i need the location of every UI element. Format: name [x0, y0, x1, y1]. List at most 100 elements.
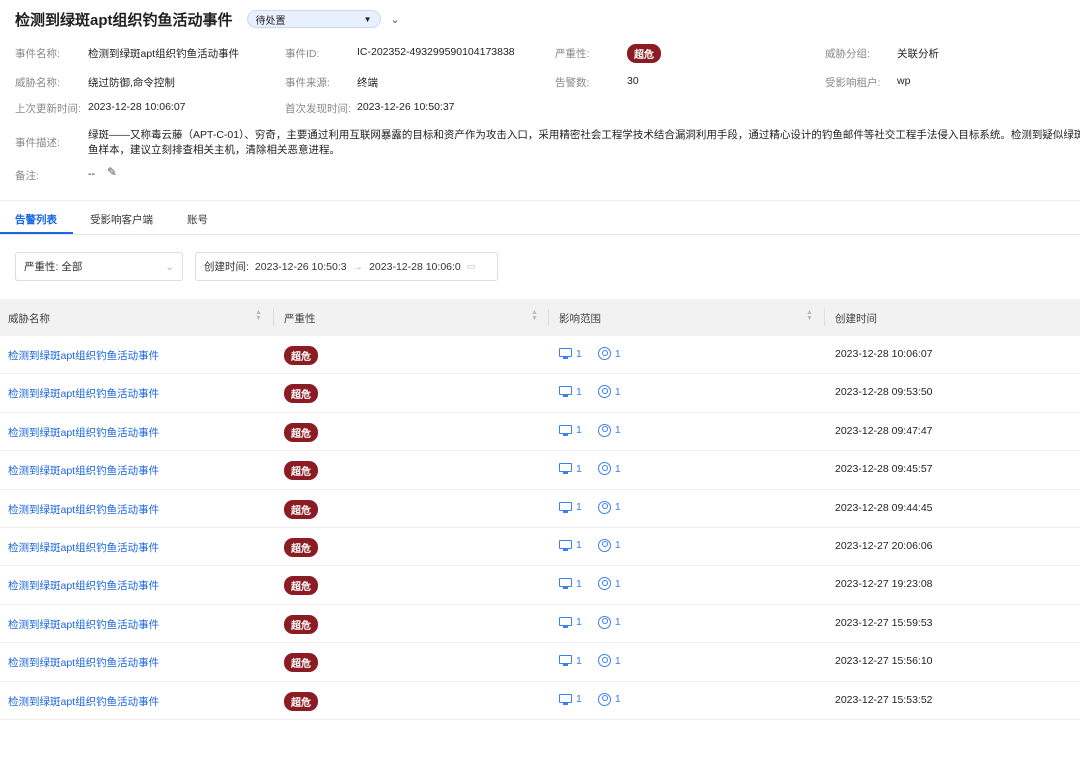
host-count[interactable]: 1 — [576, 578, 582, 590]
sort-icon[interactable]: ▲▼ — [531, 310, 538, 322]
host-count[interactable]: 1 — [576, 424, 582, 436]
monitor-icon — [559, 502, 572, 513]
tab-alert-list[interactable]: 告警列表 — [15, 212, 57, 227]
severity-cell: 超危 — [284, 576, 318, 595]
threat-name-link[interactable]: 检测到绿斑apt组织钓鱼活动事件 — [8, 502, 159, 517]
edit-icon[interactable]: ✎ — [107, 165, 117, 179]
time-start-input[interactable]: 2023-12-26 10:50:3 — [255, 261, 347, 273]
monitor-icon — [559, 425, 572, 436]
table-row[interactable]: 检测到绿斑apt组织钓鱼活动事件 超危 1 1 2023-12-28 09:47… — [0, 413, 1080, 451]
severity-filter-value: 严重性: 全部 — [24, 259, 82, 274]
threat-name-link[interactable]: 检测到绿斑apt组织钓鱼活动事件 — [8, 694, 159, 709]
table-row[interactable]: 检测到绿斑apt组织钓鱼活动事件 超危 1 1 2023-12-28 09:45… — [0, 451, 1080, 489]
created-time: 2023-12-27 15:56:10 — [835, 655, 933, 667]
note-value: -- — [88, 168, 95, 180]
column-header-severity[interactable]: 严重性 — [284, 311, 316, 326]
table-row[interactable]: 检测到绿斑apt组织钓鱼活动事件 超危 1 1 2023-12-27 20:06… — [0, 528, 1080, 566]
monitor-icon — [559, 617, 572, 628]
host-count[interactable]: 1 — [576, 655, 582, 667]
table-row[interactable]: 检测到绿斑apt组织钓鱼活动事件 超危 1 1 2023-12-28 09:53… — [0, 374, 1080, 412]
threat-name-link[interactable]: 检测到绿斑apt组织钓鱼活动事件 — [8, 463, 159, 478]
table-row[interactable]: 检测到绿斑apt组织钓鱼活动事件 超危 1 1 2023-12-28 09:44… — [0, 490, 1080, 528]
note-label: 备注: — [15, 168, 39, 183]
threat-name-link[interactable]: 检测到绿斑apt组织钓鱼活动事件 — [8, 386, 159, 401]
tab-affected-clients[interactable]: 受影响客户端 — [90, 212, 153, 227]
column-header-created-time[interactable]: 创建时间 — [835, 311, 877, 326]
scope: 1 1 — [559, 577, 621, 590]
host-count[interactable]: 1 — [576, 348, 582, 360]
host-count[interactable]: 1 — [576, 501, 582, 513]
first-seen-value: 2023-12-26 10:50:37 — [357, 101, 455, 113]
time-range-filter[interactable]: 创建时间: 2023-12-26 10:50:3 → 2023-12-28 10… — [195, 252, 498, 281]
user-count[interactable]: 1 — [615, 578, 621, 590]
alert-table: 威胁名称 ▲▼ 严重性 ▲▼ 影响范围 ▲▼ 创建时间 检测到绿斑apt组织钓鱼… — [0, 299, 1080, 720]
severity-cell: 超危 — [284, 692, 318, 711]
sort-icon[interactable]: ▲▼ — [806, 310, 813, 322]
scope: 1 1 — [559, 462, 621, 475]
table-row[interactable]: 检测到绿斑apt组织钓鱼活动事件 超危 1 1 2023-12-28 10:06… — [0, 336, 1080, 374]
user-count[interactable]: 1 — [615, 386, 621, 398]
user-icon — [598, 654, 611, 667]
scope: 1 1 — [559, 654, 621, 667]
table-row[interactable]: 检测到绿斑apt组织钓鱼活动事件 超危 1 1 2023-12-27 15:59… — [0, 605, 1080, 643]
description-line: 绿斑——又称毒云藤（APT-C-01）、穷奇，主要通过利用互联网暴露的目标和资产… — [88, 128, 1080, 143]
chevron-down-icon[interactable]: ⌄ — [391, 13, 400, 26]
user-icon — [598, 462, 611, 475]
user-count[interactable]: 1 — [615, 693, 621, 705]
calendar-icon[interactable]: ▭ — [467, 261, 476, 272]
table-row[interactable]: 检测到绿斑apt组织钓鱼活动事件 超危 1 1 2023-12-27 15:53… — [0, 682, 1080, 720]
monitor-icon — [559, 655, 572, 666]
host-count[interactable]: 1 — [576, 539, 582, 551]
severity-cell: 超危 — [284, 423, 318, 442]
user-icon — [598, 693, 611, 706]
host-count[interactable]: 1 — [576, 386, 582, 398]
scope: 1 1 — [559, 385, 621, 398]
created-time: 2023-12-28 10:06:07 — [835, 348, 933, 360]
severity-filter[interactable]: 严重性: 全部 ⌄ — [15, 252, 183, 281]
user-count[interactable]: 1 — [615, 655, 621, 667]
source-value: 终端 — [357, 75, 378, 90]
severity-badge: 超危 — [284, 576, 318, 595]
threat-name-link[interactable]: 检测到绿斑apt组织钓鱼活动事件 — [8, 655, 159, 670]
user-count[interactable]: 1 — [615, 501, 621, 513]
table-row[interactable]: 检测到绿斑apt组织钓鱼活动事件 超危 1 1 2023-12-27 19:23… — [0, 566, 1080, 604]
user-icon — [598, 501, 611, 514]
host-count[interactable]: 1 — [576, 693, 582, 705]
table-row[interactable]: 检测到绿斑apt组织钓鱼活动事件 超危 1 1 2023-12-27 15:56… — [0, 643, 1080, 681]
user-count[interactable]: 1 — [615, 424, 621, 436]
user-count[interactable]: 1 — [615, 463, 621, 475]
threat-name-link[interactable]: 检测到绿斑apt组织钓鱼活动事件 — [8, 540, 159, 555]
time-end-input[interactable]: 2023-12-28 10:06:0 — [369, 261, 461, 273]
sort-icon[interactable]: ▲▼ — [255, 310, 262, 322]
column-header-scope[interactable]: 影响范围 — [559, 311, 601, 326]
active-tab-indicator — [0, 232, 73, 234]
severity-cell: 超危 — [284, 615, 318, 634]
user-count[interactable]: 1 — [615, 539, 621, 551]
created-time: 2023-12-28 09:53:50 — [835, 386, 933, 398]
host-count[interactable]: 1 — [576, 463, 582, 475]
monitor-icon — [559, 694, 572, 705]
column-separator — [824, 309, 825, 326]
threat-name-link[interactable]: 检测到绿斑apt组织钓鱼活动事件 — [8, 348, 159, 363]
tab-accounts[interactable]: 账号 — [187, 212, 208, 227]
column-header-threat-name[interactable]: 威胁名称 — [8, 311, 50, 326]
status-select[interactable]: 待处置 ▼ — [247, 10, 381, 28]
user-icon — [598, 385, 611, 398]
scope: 1 1 — [559, 424, 621, 437]
alert-count-value: 30 — [627, 75, 639, 87]
user-count[interactable]: 1 — [615, 616, 621, 628]
last-update-label: 上次更新时间: — [15, 101, 81, 116]
host-count[interactable]: 1 — [576, 616, 582, 628]
table-body: 检测到绿斑apt组织钓鱼活动事件 超危 1 1 2023-12-28 10:06… — [0, 336, 1080, 720]
user-count[interactable]: 1 — [615, 348, 621, 360]
scope: 1 1 — [559, 539, 621, 552]
monitor-icon — [559, 540, 572, 551]
severity-badge: 超危 — [284, 461, 318, 480]
scope: 1 1 — [559, 347, 621, 360]
threat-name-link[interactable]: 检测到绿斑apt组织钓鱼活动事件 — [8, 425, 159, 440]
scope: 1 1 — [559, 616, 621, 629]
threat-name-link[interactable]: 检测到绿斑apt组织钓鱼活动事件 — [8, 617, 159, 632]
threat-name-link[interactable]: 检测到绿斑apt组织钓鱼活动事件 — [8, 578, 159, 593]
created-time: 2023-12-27 15:53:52 — [835, 694, 933, 706]
page-title: 检测到绿斑apt组织钓鱼活动事件 — [15, 9, 233, 30]
